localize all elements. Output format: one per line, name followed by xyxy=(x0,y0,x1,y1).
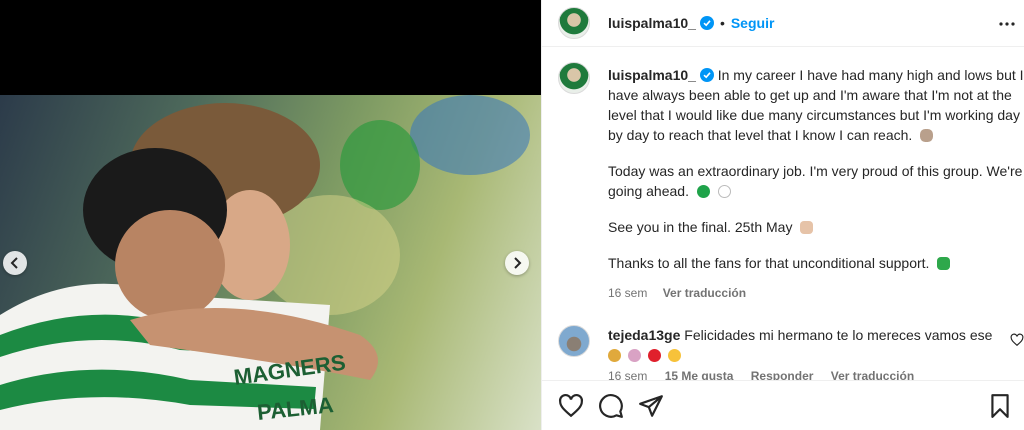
heart-icon[interactable] xyxy=(1010,333,1024,347)
caption-paragraph-4: Thanks to all the fans for that uncondit… xyxy=(608,253,1024,273)
more-icon xyxy=(999,22,1015,26)
comment-username[interactable]: tejeda13ge xyxy=(608,327,680,343)
comment-text: Felicidades mi hermano te lo mereces vam… xyxy=(684,327,993,343)
author-avatar[interactable] xyxy=(558,7,590,39)
author-username[interactable]: luispalma10_ xyxy=(608,15,696,31)
comment-time[interactable]: 16 sem xyxy=(608,369,647,380)
trophy-emoji xyxy=(608,349,621,362)
bookmark-icon[interactable] xyxy=(987,393,1013,419)
caption-body: luispalma10_ In my career I have had man… xyxy=(608,65,1024,303)
follow-button[interactable]: Seguir xyxy=(731,15,775,31)
clover-emoji xyxy=(937,257,951,270)
comment-translate-link[interactable]: Ver traducción xyxy=(831,369,914,380)
flexed-biceps-emoji xyxy=(920,129,934,142)
praying-hands-emoji xyxy=(627,349,641,362)
caption-translate-link[interactable]: Ver traducción xyxy=(663,286,746,300)
caption-text-4: Thanks to all the fans for that uncondit… xyxy=(608,255,930,271)
caption-avatar[interactable] xyxy=(558,62,590,94)
caption-username[interactable]: luispalma10_ xyxy=(608,67,696,83)
comments-section: luispalma10_ In my career I have had man… xyxy=(542,48,1024,380)
next-image-button[interactable] xyxy=(505,251,529,275)
chevron-left-icon xyxy=(10,257,18,269)
caption-paragraph-2: Today was an extraordinary job. I'm very… xyxy=(608,161,1024,201)
caption-time[interactable]: 16 sem xyxy=(608,286,647,300)
post-header: luispalma10_ • Seguir xyxy=(542,0,1024,47)
verified-badge-icon xyxy=(699,68,714,82)
green-heart-emoji xyxy=(696,185,710,198)
caption-text-2: Today was an extraordinary job. I'm very… xyxy=(608,163,1023,199)
comment-icon[interactable] xyxy=(598,393,624,419)
commenter-avatar[interactable] xyxy=(558,325,590,357)
share-icon[interactable] xyxy=(638,393,664,419)
white-heart-emoji xyxy=(717,185,731,198)
comment-meta: 16 sem 15 Me gusta Responder Ver traducc… xyxy=(608,369,928,380)
caption-paragraph-3: See you in the final. 25th May xyxy=(608,217,1024,237)
post-side-panel: luispalma10_ • Seguir luispalma10_ In my… xyxy=(541,0,1024,430)
red-heart-emoji xyxy=(647,349,661,362)
comment-emojis xyxy=(608,345,998,365)
comment-body: tejeda13ge Felicidades mi hermano te lo … xyxy=(608,325,998,365)
caption-paragraph-1: luispalma10_ In my career I have had man… xyxy=(608,65,1024,145)
post-photo: MAGNERS PALMA xyxy=(0,95,541,430)
header-separator: • xyxy=(719,15,725,31)
heart-eyes-emoji xyxy=(667,349,681,362)
post-media: MAGNERS PALMA xyxy=(0,0,541,430)
more-options-button[interactable] xyxy=(995,12,1019,36)
caption-meta: 16 sem Ver traducción xyxy=(608,283,1024,303)
post-actions-bar xyxy=(542,380,1024,430)
verified-badge-icon xyxy=(699,16,714,30)
heart-icon[interactable] xyxy=(558,393,584,419)
comment-reply-button[interactable]: Responder xyxy=(751,369,814,380)
previous-image-button[interactable] xyxy=(3,251,27,275)
caption-text-3: See you in the final. 25th May xyxy=(608,219,793,235)
comment-likes[interactable]: 15 Me gusta xyxy=(665,369,734,380)
post-viewer: MAGNERS PALMA luispalma10_ • Seguir luis… xyxy=(0,0,1024,430)
waving-hand-emoji xyxy=(800,221,814,234)
chevron-right-icon xyxy=(514,257,522,269)
